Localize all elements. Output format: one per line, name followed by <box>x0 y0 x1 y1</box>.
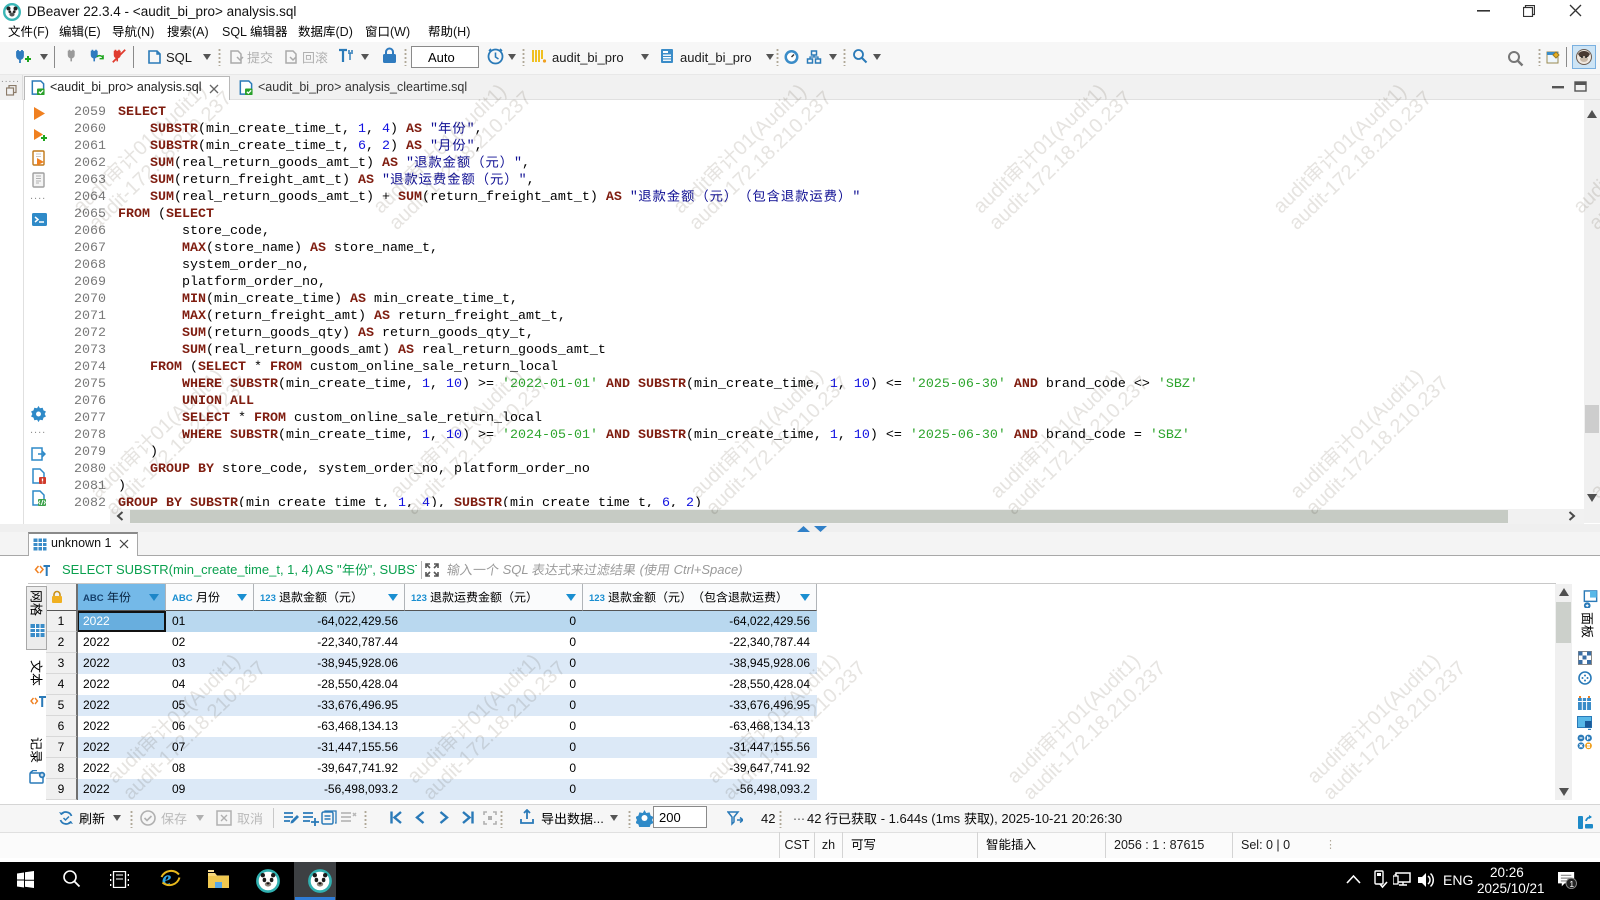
svg-text:1: 1 <box>1569 879 1574 889</box>
